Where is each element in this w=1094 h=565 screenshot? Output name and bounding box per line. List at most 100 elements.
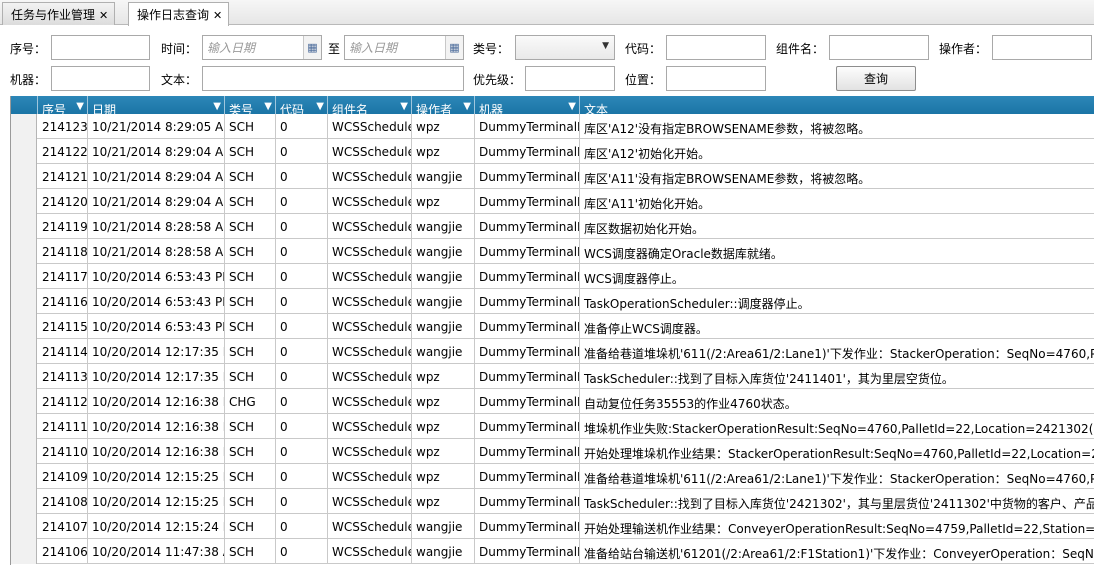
table-row[interactable]: 21410910/20/2014 12:15:25 PMSCH0WCSSched…: [11, 464, 1094, 489]
calendar-icon[interactable]: ▦: [303, 36, 321, 59]
row-selector[interactable]: [11, 539, 37, 564]
table-row[interactable]: 21410810/20/2014 12:15:25 PMSCH0WCSSched…: [11, 489, 1094, 514]
cell-component: WCSScheduler: [328, 339, 412, 364]
seq-input[interactable]: [51, 35, 150, 60]
row-selector[interactable]: [11, 489, 37, 514]
row-selector[interactable]: [11, 514, 37, 539]
table-row[interactable]: 21410610/20/2014 11:47:38 AMSCH0WCSSched…: [11, 539, 1094, 564]
chevron-down-icon: ▼: [602, 41, 609, 51]
filter-icon[interactable]: ▼: [213, 101, 221, 112]
row-selector[interactable]: [11, 139, 37, 164]
cell-component: WCSScheduler: [328, 514, 412, 539]
row-selector[interactable]: [11, 214, 37, 239]
tab-label: 任务与作业管理: [11, 8, 96, 22]
tab-task-management[interactable]: 任务与作业管理 ✕: [2, 2, 116, 25]
table-row[interactable]: 214123 10/21/2014 8:29:05 AM SCH 0 WCSSchedu…: [11, 114, 1094, 139]
cell-operator: wangjie: [412, 164, 475, 189]
cell-text: WCS调度器停止。: [584, 272, 684, 286]
table-row[interactable]: 214117 10/20/2014 6:53:43 PM SCH 0 WCSSchedu…: [11, 264, 1094, 289]
row-selector[interactable]: [11, 364, 37, 389]
category-select[interactable]: ▼: [515, 35, 615, 60]
filter-icon[interactable]: ▼: [316, 101, 324, 112]
cell-date: 10/21/2014 8:29:05 AM: [88, 114, 225, 139]
cell-operator: wpz: [412, 414, 475, 439]
row-selector[interactable]: [11, 264, 37, 289]
cell-operator: wangjie: [412, 239, 475, 264]
row-selector[interactable]: [11, 414, 37, 439]
close-icon[interactable]: ✕: [99, 9, 108, 22]
cell-machine: DummyTerminalId: [475, 439, 580, 464]
table-row[interactable]: 214120 10/21/2014 8:29:04 AM SCH 0 WCSSchedu…: [11, 189, 1094, 214]
position-input[interactable]: [666, 66, 766, 91]
cell-date: 10/21/2014 8:28:58 AM: [88, 214, 225, 239]
row-selector[interactable]: [11, 189, 37, 214]
close-icon[interactable]: ✕: [213, 9, 222, 22]
tab-operation-log[interactable]: 操作日志查询 ✕: [128, 2, 230, 26]
date-to-picker[interactable]: ▦: [344, 35, 464, 60]
machine-input[interactable]: [51, 66, 150, 91]
cell-seq: 214117: [38, 264, 88, 289]
cell-category: SCH: [225, 489, 276, 514]
cell-machine: DummyTerminalId: [475, 539, 580, 564]
filter-icon[interactable]: ▼: [568, 101, 576, 112]
row-selector[interactable]: [11, 339, 37, 364]
cell-date: 10/20/2014 12:17:35 PM: [88, 339, 225, 364]
cell-date: 10/20/2014 6:53:43 PM: [88, 314, 225, 339]
cell-code: 0: [276, 339, 328, 364]
cell-operator: wpz: [412, 189, 475, 214]
row-selector[interactable]: [11, 389, 37, 414]
filter-icon[interactable]: ▼: [463, 101, 471, 112]
table-row[interactable]: 214115 10/20/2014 6:53:43 PM SCH 0 WCSSchedu…: [11, 314, 1094, 339]
cell-category: SCH: [225, 539, 276, 564]
row-selector[interactable]: [11, 164, 37, 189]
cell-code: 0: [276, 314, 328, 339]
table-row[interactable]: 21411010/20/2014 12:16:38 PMSCH0WCSSched…: [11, 439, 1094, 464]
table-row[interactable]: 21410710/20/2014 12:15:24 PMSCH0WCSSched…: [11, 514, 1094, 539]
table-row[interactable]: 21411410/20/2014 12:17:35 PMSCH0WCSSched…: [11, 339, 1094, 364]
cell-seq: 214112: [38, 389, 88, 414]
row-selector[interactable]: [11, 114, 37, 139]
cell-code: 0: [276, 464, 328, 489]
cell-code: 0: [276, 539, 328, 564]
table-row[interactable]: 214118 10/21/2014 8:28:58 AM SCH 0 WCSSchedu…: [11, 239, 1094, 264]
operator-input[interactable]: [992, 35, 1092, 60]
row-selector[interactable]: [11, 464, 37, 489]
cell-machine: DummyTerminalId: [475, 464, 580, 489]
table-row[interactable]: 21411110/20/2014 12:16:38 PMSCH0WCSSched…: [11, 414, 1094, 439]
row-selector[interactable]: [11, 314, 37, 339]
operator-label: 操作者：: [939, 42, 988, 56]
tab-label: 操作日志查询: [137, 8, 210, 22]
log-grid: 序号 ▼ 日期 ▼ 类号 ▼ 代码 ▼ 组件名 ▼ 操作者 ▼ 机器 ▼ 文本 214123 1…: [10, 96, 1094, 565]
cell-machine: DummyTerminalId: [475, 339, 580, 364]
table-row[interactable]: 21411210/20/2014 12:16:38 PMCHG0WCSSched…: [11, 389, 1094, 414]
table-row[interactable]: 21411310/20/2014 12:17:35 PMSCH0WCSSched…: [11, 364, 1094, 389]
date-from-picker[interactable]: ▦: [202, 35, 322, 60]
cell-operator: wangjie: [412, 539, 475, 564]
cell-operator: wpz: [412, 139, 475, 164]
table-row[interactable]: 214121 10/21/2014 8:29:04 AM SCH 0 WCSSchedu…: [11, 164, 1094, 189]
cell-seq: 214115: [38, 314, 88, 339]
cell-component: WCSScheduler: [328, 164, 412, 189]
filter-icon[interactable]: ▼: [400, 101, 408, 112]
cell-code: 0: [276, 214, 328, 239]
component-input[interactable]: [829, 35, 929, 60]
table-row[interactable]: 214116 10/20/2014 6:53:43 PM SCH 0 WCSSchedu…: [11, 289, 1094, 314]
cell-text: 开始处理输送机作业结果：ConveyerOperationResult:SeqN…: [584, 522, 1094, 536]
filter-icon[interactable]: ▼: [264, 101, 272, 112]
table-row[interactable]: 214119 10/21/2014 8:28:58 AM SCH 0 WCSSchedu…: [11, 214, 1094, 239]
cell-text: TaskScheduler::找到了目标入库货位'2421302'，其与里层货位…: [584, 497, 1094, 511]
cell-operator: wpz: [412, 439, 475, 464]
text-input[interactable]: [202, 66, 464, 91]
table-row[interactable]: 214122 10/21/2014 8:29:04 AM SCH 0 WCSSchedu…: [11, 139, 1094, 164]
cell-date: 10/20/2014 12:15:24 PM: [88, 514, 225, 539]
row-selector[interactable]: [11, 439, 37, 464]
cell-seq: 214121: [38, 164, 88, 189]
priority-input[interactable]: [525, 66, 615, 91]
row-selector[interactable]: [11, 239, 37, 264]
calendar-icon[interactable]: ▦: [445, 36, 463, 59]
cell-date: 10/20/2014 12:16:38 PM: [88, 439, 225, 464]
filter-icon[interactable]: ▼: [76, 101, 84, 112]
query-button[interactable]: 查询: [836, 66, 916, 91]
row-selector[interactable]: [11, 289, 37, 314]
code-input[interactable]: [666, 35, 766, 60]
